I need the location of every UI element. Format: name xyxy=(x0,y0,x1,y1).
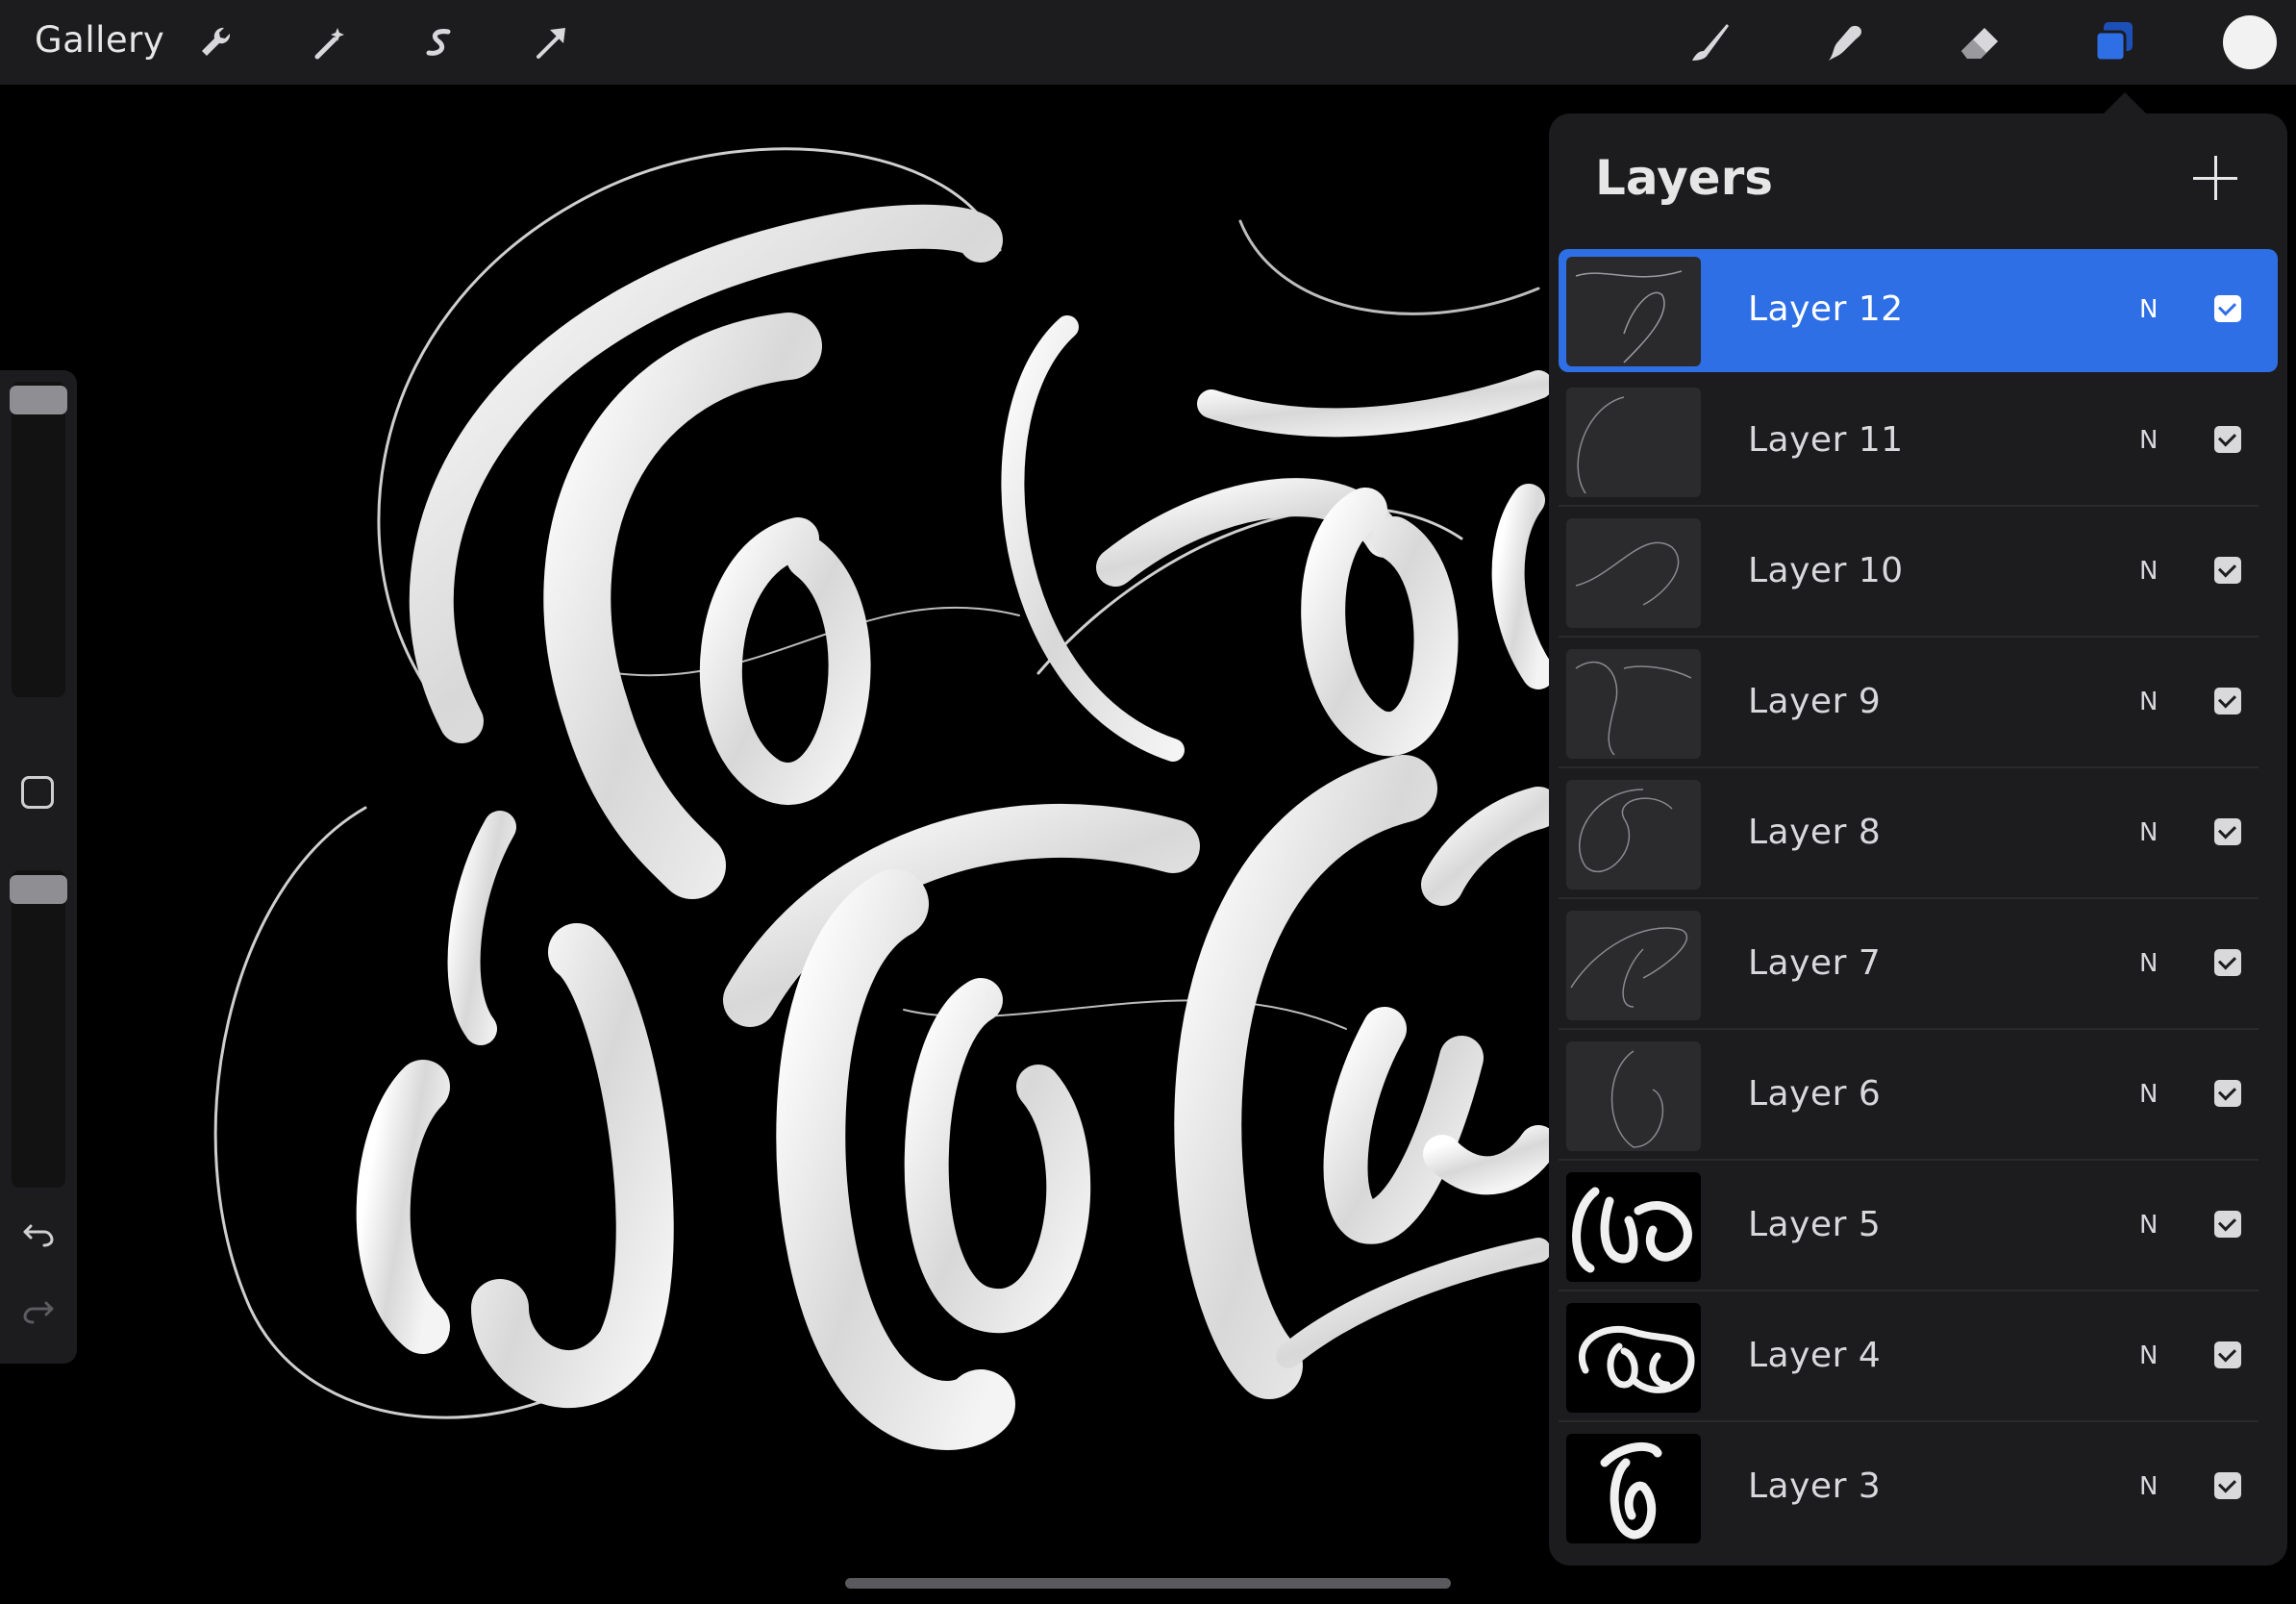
blend-mode[interactable]: N xyxy=(2139,1080,2158,1109)
panel-caret xyxy=(2102,92,2148,115)
layer-name: Layer 8 xyxy=(1748,813,1882,852)
layers-panel: Layers Layer 12 N Layer 11 N Layer 10 N … xyxy=(1549,113,2287,1566)
undo-icon[interactable] xyxy=(19,1215,58,1253)
blend-mode[interactable]: N xyxy=(2139,295,2158,324)
eraser-icon[interactable] xyxy=(1956,18,2004,66)
smudge-icon[interactable] xyxy=(1821,18,1869,66)
layer-thumbnail xyxy=(1566,388,1701,497)
left-sidebar xyxy=(0,370,77,1364)
calligraphy-artwork xyxy=(213,147,1560,1450)
gallery-button[interactable]: Gallery xyxy=(35,19,164,61)
visibility-checkbox[interactable] xyxy=(2214,557,2241,584)
layer-name: Layer 11 xyxy=(1748,420,1904,460)
layer-name: Layer 4 xyxy=(1748,1336,1882,1375)
layer-name: Layer 12 xyxy=(1748,289,1904,329)
layer-row[interactable]: Layer 9 N xyxy=(1559,641,2278,768)
layer-name: Layer 6 xyxy=(1748,1074,1882,1114)
wrench-icon[interactable] xyxy=(192,18,240,66)
blend-mode[interactable]: N xyxy=(2139,426,2158,455)
layer-row[interactable]: Layer 10 N xyxy=(1559,511,2278,638)
layer-thumbnail xyxy=(1566,518,1701,628)
layer-row[interactable]: Layer 12 N xyxy=(1559,249,2278,372)
layers-icon[interactable] xyxy=(2090,18,2138,66)
blend-mode[interactable]: N xyxy=(2139,688,2158,716)
visibility-checkbox[interactable] xyxy=(2214,426,2241,453)
layer-row[interactable]: Layer 11 N xyxy=(1559,380,2278,507)
layer-name: Layer 3 xyxy=(1748,1466,1882,1506)
layer-name: Layer 10 xyxy=(1748,551,1904,590)
modify-button[interactable] xyxy=(21,776,54,809)
brush-size-slider[interactable] xyxy=(12,382,65,697)
home-indicator[interactable] xyxy=(845,1578,1451,1589)
layer-thumbnail xyxy=(1566,1172,1701,1282)
layer-row[interactable]: Layer 7 N xyxy=(1559,903,2278,1030)
layer-thumbnail xyxy=(1566,649,1701,759)
opacity-slider[interactable] xyxy=(12,870,65,1188)
layer-row[interactable]: Layer 3 N xyxy=(1559,1426,2278,1549)
blend-mode[interactable]: N xyxy=(2139,818,2158,847)
blend-mode[interactable]: N xyxy=(2139,557,2158,586)
layer-name: Layer 5 xyxy=(1748,1205,1882,1244)
layer-thumbnail xyxy=(1566,1041,1701,1151)
brush-size-thumb[interactable] xyxy=(10,386,67,414)
opacity-thumb[interactable] xyxy=(10,875,67,904)
layer-thumbnail xyxy=(1566,1303,1701,1413)
arrow-transform-icon[interactable] xyxy=(527,18,575,66)
layer-thumbnail xyxy=(1566,1434,1701,1543)
layer-row[interactable]: Layer 6 N xyxy=(1559,1034,2278,1161)
layer-row[interactable]: Layer 8 N xyxy=(1559,772,2278,899)
add-layer-button[interactable] xyxy=(2193,156,2237,200)
layer-row[interactable]: Layer 5 N xyxy=(1559,1165,2278,1291)
blend-mode[interactable]: N xyxy=(2139,1341,2158,1370)
blend-mode[interactable]: N xyxy=(2139,1472,2158,1501)
redo-icon[interactable] xyxy=(19,1291,58,1330)
color-circle[interactable] xyxy=(2223,15,2277,69)
panel-title: Layers xyxy=(1595,150,1773,206)
visibility-checkbox[interactable] xyxy=(2214,1080,2241,1107)
visibility-checkbox[interactable] xyxy=(2214,818,2241,845)
top-toolbar: Gallery xyxy=(0,0,2296,85)
layer-thumbnail xyxy=(1566,911,1701,1020)
blend-mode[interactable]: N xyxy=(2139,949,2158,978)
layer-name: Layer 9 xyxy=(1748,682,1882,721)
visibility-checkbox[interactable] xyxy=(2214,1341,2241,1368)
visibility-checkbox[interactable] xyxy=(2214,949,2241,976)
visibility-checkbox[interactable] xyxy=(2214,1472,2241,1499)
brush-icon[interactable] xyxy=(1685,18,1733,66)
selection-s-icon[interactable] xyxy=(415,18,463,66)
layer-name: Layer 7 xyxy=(1748,943,1882,983)
visibility-checkbox[interactable] xyxy=(2214,295,2241,322)
layer-row[interactable]: Layer 4 N xyxy=(1559,1295,2278,1422)
layer-thumbnail xyxy=(1566,780,1701,890)
visibility-checkbox[interactable] xyxy=(2214,1211,2241,1238)
magic-wand-icon[interactable] xyxy=(306,18,354,66)
blend-mode[interactable]: N xyxy=(2139,1211,2158,1240)
visibility-checkbox[interactable] xyxy=(2214,688,2241,714)
layer-thumbnail xyxy=(1566,257,1701,366)
